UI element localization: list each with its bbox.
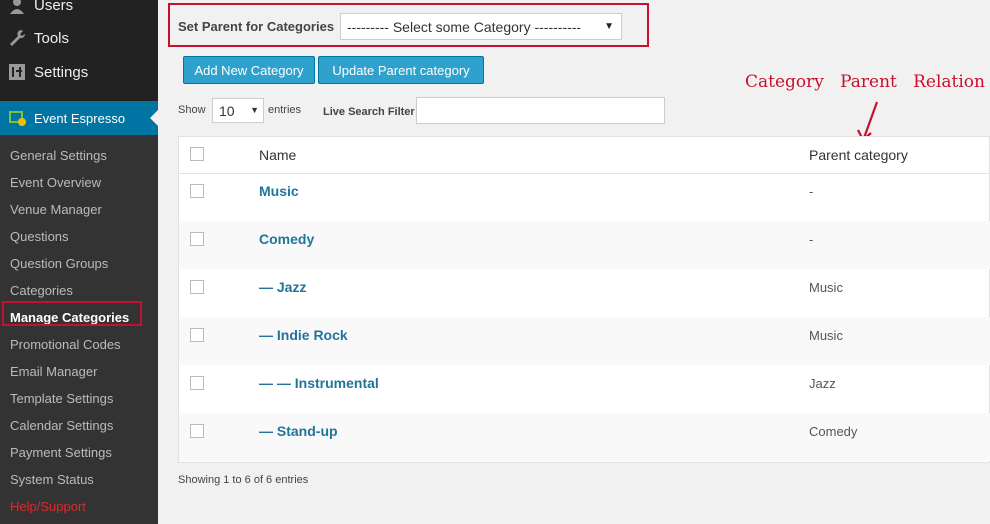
select-all-checkbox[interactable] [190,147,204,161]
submenu-general-settings[interactable]: General Settings [10,148,107,163]
menu-tools[interactable]: Tools [0,22,158,56]
categories-table: Name Parent category Music - Comedy - — … [178,136,990,463]
submenu-payment-settings[interactable]: Payment Settings [10,445,112,460]
event-espresso-submenu [0,135,158,524]
chevron-down-icon: ▼ [604,21,614,32]
parent-selector-label: Set Parent for Categories [178,19,335,34]
row-checkbox[interactable] [190,232,204,246]
parent-category-cell: - [809,232,814,247]
submenu-calendar-settings[interactable]: Calendar Settings [10,418,113,433]
row-checkbox[interactable] [190,424,204,438]
current-menu-arrow [150,110,158,126]
category-name-link[interactable]: — Stand-up [259,423,338,439]
submenu-help-support[interactable]: Help/Support [10,499,86,514]
category-name-link[interactable]: — Indie Rock [259,327,348,343]
category-name-link[interactable]: Music [259,183,299,199]
table-row: — Stand-up Comedy [179,413,990,461]
menu-event-espresso-label: Event Espresso [34,111,126,126]
add-new-category-label: Add New Category [194,63,304,78]
row-checkbox[interactable] [190,328,204,342]
manage-categories-highlight [2,301,142,326]
submenu-event-overview[interactable]: Event Overview [10,175,101,190]
event-espresso-icon [9,111,26,126]
submenu-venue-manager[interactable]: Venue Manager [10,202,102,217]
parent-category-cell: Comedy [809,424,858,439]
wrench-icon [10,30,26,46]
menu-settings-label: Settings [34,64,89,81]
row-checkbox[interactable] [190,376,204,390]
submenu-question-groups[interactable]: Question Groups [10,256,108,271]
table-info: Showing 1 to 6 of 6 entries [178,474,309,486]
table-row: — — Instrumental Jazz [179,365,990,413]
menu-event-espresso[interactable]: Event Espresso [0,101,158,135]
entries-length-value: 10 [219,103,235,119]
row-checkbox[interactable] [190,280,204,294]
menu-users-label: Users [34,0,74,14]
submenu-categories[interactable]: Categories [10,283,73,298]
table-row: — Indie Rock Music [179,317,990,365]
submenu-email-manager[interactable]: Email Manager [10,364,97,379]
settings-icon [9,64,25,80]
entries-length-select[interactable]: 10 ▼ [212,98,264,123]
admin-sidebar: Users Tools Settings Event Espresso Gene… [0,0,158,524]
parent-category-select-value: --------- Select some Category ---------… [347,19,582,35]
table-row: Music - [179,173,990,221]
column-header-name[interactable]: Name [259,147,296,163]
parent-category-cell: Music [809,328,843,343]
table-header-row: Name Parent category [179,137,990,174]
submenu-promotional-codes[interactable]: Promotional Codes [10,337,121,352]
parent-category-select[interactable]: --------- Select some Category ---------… [340,13,622,40]
parent-category-cell: Jazz [809,376,836,391]
live-search-input[interactable] [416,97,665,124]
parent-category-cell: - [809,184,814,199]
row-checkbox[interactable] [190,184,204,198]
show-label: Show [178,104,206,116]
annotation-text: Category Parent Relation [745,72,985,92]
table-row: — Jazz Music [179,269,990,317]
chevron-down-icon: ▼ [250,105,259,115]
update-parent-category-button[interactable]: Update Parent category [318,56,484,84]
users-icon [10,0,24,14]
menu-users[interactable]: Users [0,0,158,23]
submenu-system-status[interactable]: System Status [10,472,94,487]
category-name-link[interactable]: — — Instrumental [259,375,379,391]
add-new-category-button[interactable]: Add New Category [183,56,315,84]
parent-category-cell: Music [809,280,843,295]
submenu-template-settings[interactable]: Template Settings [10,391,113,406]
table-row: Comedy - [179,221,990,269]
update-parent-category-label: Update Parent category [332,63,470,78]
entries-label: entries [268,104,302,116]
category-name-link[interactable]: Comedy [259,231,314,247]
live-search-label: Live Search Filter [323,106,415,118]
menu-tools-label: Tools [34,30,70,47]
submenu-questions[interactable]: Questions [10,229,69,244]
category-name-link[interactable]: — Jazz [259,279,306,295]
column-header-parent[interactable]: Parent category [809,147,908,163]
menu-settings[interactable]: Settings [0,56,158,90]
